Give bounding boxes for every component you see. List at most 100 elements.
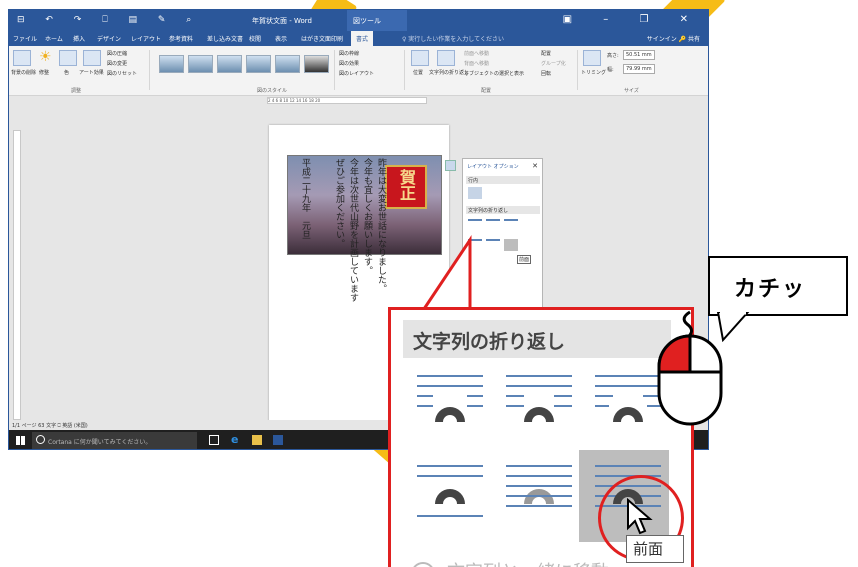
tab-postcard[interactable]: はがき文面印刷 [301, 34, 343, 43]
gashou-badge: 賀正 [385, 165, 427, 209]
picture-style-5[interactable] [275, 55, 300, 73]
bring-forward[interactable]: 前面へ移動 [464, 50, 489, 57]
remove-background-icon[interactable] [13, 50, 31, 66]
wrap-top-bottom-icon[interactable] [468, 239, 482, 251]
height-label: 高さ: [607, 53, 619, 59]
zoom-wrap-through-icon[interactable] [595, 370, 661, 430]
cortana-search[interactable]: Cortana に何か聞いてみてください。 [32, 432, 197, 449]
reset-picture[interactable]: 図のリセット [107, 70, 137, 77]
adjust-group-label: 調整 [71, 88, 82, 94]
quick-access-toolbar[interactable]: ⊟ ↶ ↷ ⎕ ▤ ✎ ⌕ [17, 15, 200, 25]
picture-style-2[interactable] [188, 55, 213, 73]
color-icon[interactable] [59, 50, 77, 66]
greeting-line-2[interactable]: 今年も宜しくお願いします。 [361, 158, 372, 275]
corrections-icon[interactable]: ☀ [39, 49, 52, 65]
tab-layout[interactable]: レイアウト [131, 34, 161, 43]
picture-style-4[interactable] [246, 55, 271, 73]
horizontal-ruler: 2 4 6 8 10 12 14 16 18 20 [9, 96, 708, 106]
ribbon-tabs: ファイル ホーム 挿入 デザイン レイアウト 参考資料 差し込み文書 校閲 表示… [9, 31, 708, 46]
tab-view[interactable]: 表示 [275, 34, 287, 43]
zoom-wrap-section-title: 文字列の折り返し [403, 320, 671, 358]
width-input[interactable]: 79.99 mm [623, 64, 655, 74]
compress-pictures[interactable]: 図の圧縮 [107, 50, 127, 57]
move-with-text-radio[interactable] [411, 562, 435, 567]
crop-icon[interactable] [583, 50, 601, 66]
picture-style-3[interactable] [217, 55, 242, 73]
wrap-through-icon[interactable] [504, 219, 518, 231]
wrap-text-icon[interactable] [437, 50, 455, 66]
tab-review[interactable]: 校閲 [249, 34, 261, 43]
artistic-effects-label: アート効果 [79, 70, 104, 76]
artistic-effects-icon[interactable] [83, 50, 101, 66]
group-divider [404, 50, 405, 90]
tab-mailings[interactable]: 差し込み文書 [207, 34, 243, 43]
vertical-ruler [13, 130, 21, 420]
word-taskbar-icon[interactable] [273, 435, 283, 445]
wrap-square-icon[interactable] [468, 219, 482, 231]
mouse-cursor-icon [627, 498, 653, 535]
position-label: 位置 [413, 70, 424, 76]
selection-pane[interactable]: オブジェクトの選択と表示 [464, 70, 524, 77]
zoom-front-tooltip: 前面 [626, 535, 684, 563]
inline-section: 行内 [466, 176, 540, 184]
edge-icon[interactable]: e [231, 433, 241, 446]
sign-in[interactable]: サインイン 🔑 共有 [647, 34, 700, 43]
layout-options-panel: レイアウト オプション ✕ 行内 文字列の折り返し 前面 [462, 158, 543, 318]
arrange-group-label: 配置 [481, 88, 492, 94]
greeting-line-4[interactable]: ぜひご参加ください。 [333, 158, 344, 248]
zoom-callout: 文字列の折り返し 前面 文字列と一緒に移動 [388, 307, 694, 567]
move-with-text-label: 文字列と一緒に移動 [447, 558, 609, 567]
tab-design[interactable]: デザイン [97, 34, 121, 43]
change-picture[interactable]: 図の変更 [107, 60, 127, 67]
picture-tools-context: 図ツール [347, 10, 407, 31]
styles-group-label: 図のスタイル [257, 88, 288, 94]
wrap-behind-icon[interactable] [486, 239, 500, 251]
size-group-label: サイズ [624, 88, 639, 94]
windows-logo-icon[interactable] [16, 436, 25, 445]
close-icon[interactable]: ✕ [532, 162, 538, 170]
wrap-inline-icon[interactable] [468, 187, 482, 199]
zoom-wrap-tight-icon[interactable] [506, 370, 572, 430]
tab-references[interactable]: 参考資料 [169, 34, 193, 43]
window-controls[interactable]: ▣ – ❐ ✕ [563, 14, 702, 25]
click-sound-text: カチッ [734, 277, 807, 302]
greeting-line-3[interactable]: 今年は次世代山野を計画しています [347, 158, 358, 302]
window-title: 年賀状文面 - Word [252, 17, 312, 25]
position-icon[interactable] [411, 50, 429, 66]
front-tooltip: 前面 [517, 255, 532, 264]
explorer-icon[interactable] [252, 435, 262, 445]
picture-style-1[interactable] [159, 55, 184, 73]
greeting-line-1[interactable]: 昨年は大変お世話になりました。 [375, 158, 386, 293]
greeting-date[interactable]: 平成二十九年 元旦 [299, 158, 310, 239]
picture-style-6[interactable] [304, 55, 329, 73]
ribbon-format: 背景の削除 ☀ 修整 色 アート効果 図の圧縮 図の変更 図のリセット 調整 図… [9, 46, 708, 96]
picture-effects[interactable]: 図の効果 [339, 60, 359, 67]
color-label: 色 [64, 70, 70, 76]
tab-file[interactable]: ファイル [13, 34, 37, 43]
send-backward[interactable]: 背面へ移動 [464, 60, 489, 67]
corrections-label: 修整 [39, 70, 50, 76]
wrap-section: 文字列の折り返し [466, 206, 540, 214]
tab-home[interactable]: ホーム [45, 34, 63, 43]
tab-format[interactable]: 書式 [351, 31, 374, 46]
picture-layout[interactable]: 図のレイアウト [339, 70, 374, 77]
wrap-tight-icon[interactable] [486, 219, 500, 231]
layout-panel-title: レイアウト オプション [467, 164, 519, 170]
tell-me-box[interactable]: ♀ 実行したい作業を入力してください [402, 34, 504, 43]
zoom-wrap-top-bottom-icon[interactable] [417, 460, 483, 520]
picture-border[interactable]: 図の枠線 [339, 50, 359, 57]
task-view-icon[interactable] [209, 435, 219, 445]
group-divider [149, 50, 150, 90]
height-input[interactable]: 50.51 mm [623, 50, 655, 60]
ruler-scale[interactable]: 2 4 6 8 10 12 14 16 18 20 [267, 97, 427, 104]
zoom-wrap-square-icon[interactable] [417, 370, 483, 430]
wrap-front-icon[interactable] [504, 239, 518, 251]
rotate-button[interactable]: 回転 [541, 70, 551, 77]
remove-background-label: 背景の削除 [11, 70, 37, 76]
mouse-left-click-icon [657, 310, 723, 426]
tab-insert[interactable]: 挿入 [73, 34, 85, 43]
layout-options-button[interactable] [445, 160, 456, 171]
align-button[interactable]: 配置 [541, 50, 551, 57]
zoom-wrap-behind-icon[interactable] [506, 460, 572, 520]
group-button[interactable]: グループ化 [541, 60, 566, 67]
